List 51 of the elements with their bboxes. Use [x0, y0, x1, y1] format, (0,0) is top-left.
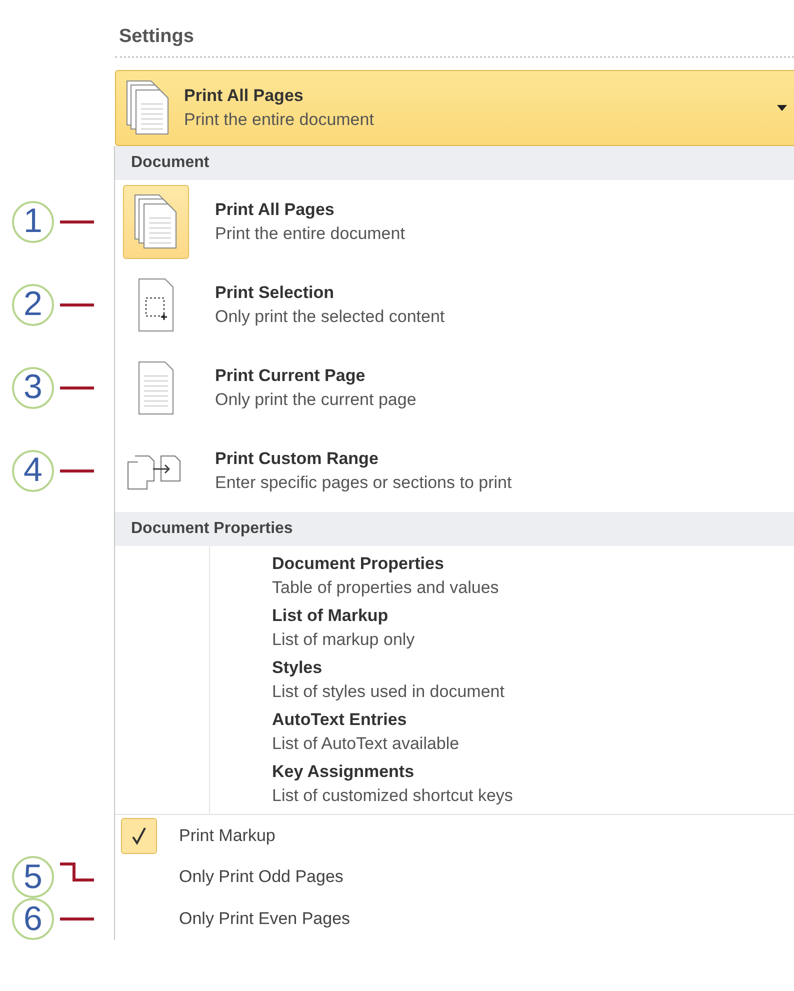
group-header: Document Properties — [115, 512, 794, 546]
pages-icon — [134, 194, 178, 250]
callout-number: 5 — [12, 856, 54, 898]
menu-item[interactable]: Styles List of styles used in document — [272, 658, 794, 702]
item-title: AutoText Entries — [272, 710, 408, 730]
item-description: Print the entire document — [215, 224, 406, 244]
dropdown-title: Print All Pages — [184, 86, 304, 106]
menu-item[interactable]: Print All Pages Print the entire document — [115, 180, 794, 263]
caret-icon — [777, 105, 787, 111]
item-title: Print Current Page — [215, 366, 366, 386]
option-label: Only Print Even Pages — [179, 908, 350, 928]
item-title: Document Properties — [272, 554, 445, 574]
callout-number: 6 — [12, 898, 54, 940]
callout-number: 3 — [12, 366, 54, 408]
dropdown-subtitle: Print the entire document — [184, 110, 375, 130]
item-title: Print All Pages — [215, 200, 336, 220]
pages-icon — [126, 80, 170, 136]
item-title: Key Assignments — [272, 762, 416, 782]
menu-option[interactable]: Only Print Odd Pages — [115, 856, 794, 897]
menu-item[interactable]: Print Custom Range Enter specific pages or sections to print — [115, 429, 794, 512]
menu-item[interactable]: Print Current Page Only print the current page — [115, 346, 794, 429]
menu-item[interactable]: Document Properties Table of properties and values — [272, 554, 794, 598]
option-label: Only Print Odd Pages — [179, 866, 344, 886]
menu-item[interactable]: Key Assignments List of customized shortcut keys — [272, 762, 794, 806]
item-description: List of AutoText available — [272, 734, 460, 754]
print-range-dropdown[interactable]: Print All Pages Print the entire document — [115, 70, 794, 146]
menu-item[interactable]: Print Selection Only print the selected content — [115, 263, 794, 346]
item-title: Print Custom Range — [215, 448, 380, 468]
menu-option[interactable]: Print Markup — [115, 815, 794, 856]
item-description: List of customized shortcut keys — [272, 786, 514, 806]
page-icon — [138, 360, 174, 414]
item-description: List of markup only — [272, 630, 416, 650]
item-description: Only print the selected content — [215, 306, 446, 326]
item-description: Table of properties and values — [272, 578, 500, 598]
option-label: Print Markup — [179, 826, 276, 846]
callout-number: 4 — [12, 450, 54, 492]
item-title: Styles — [272, 658, 324, 678]
group-header: Document — [115, 146, 794, 180]
item-title: List of Markup — [272, 606, 390, 626]
item-description: Only print the current page — [215, 390, 418, 410]
menu-item[interactable]: AutoText Entries List of AutoText available — [272, 710, 794, 754]
item-description: Enter specific pages or sections to print — [215, 472, 513, 492]
item-description: List of styles used in document — [272, 682, 506, 702]
menu-item[interactable]: List of Markup List of markup only — [272, 606, 794, 650]
selection-icon — [138, 278, 174, 332]
item-title: Print Selection — [215, 282, 336, 302]
callout-number: 2 — [12, 284, 54, 326]
menu-option[interactable]: Only Print Even Pages — [115, 898, 794, 939]
checkmark-icon — [131, 826, 147, 844]
section-title: Settings — [118, 25, 195, 49]
callout-number: 1 — [12, 200, 54, 242]
